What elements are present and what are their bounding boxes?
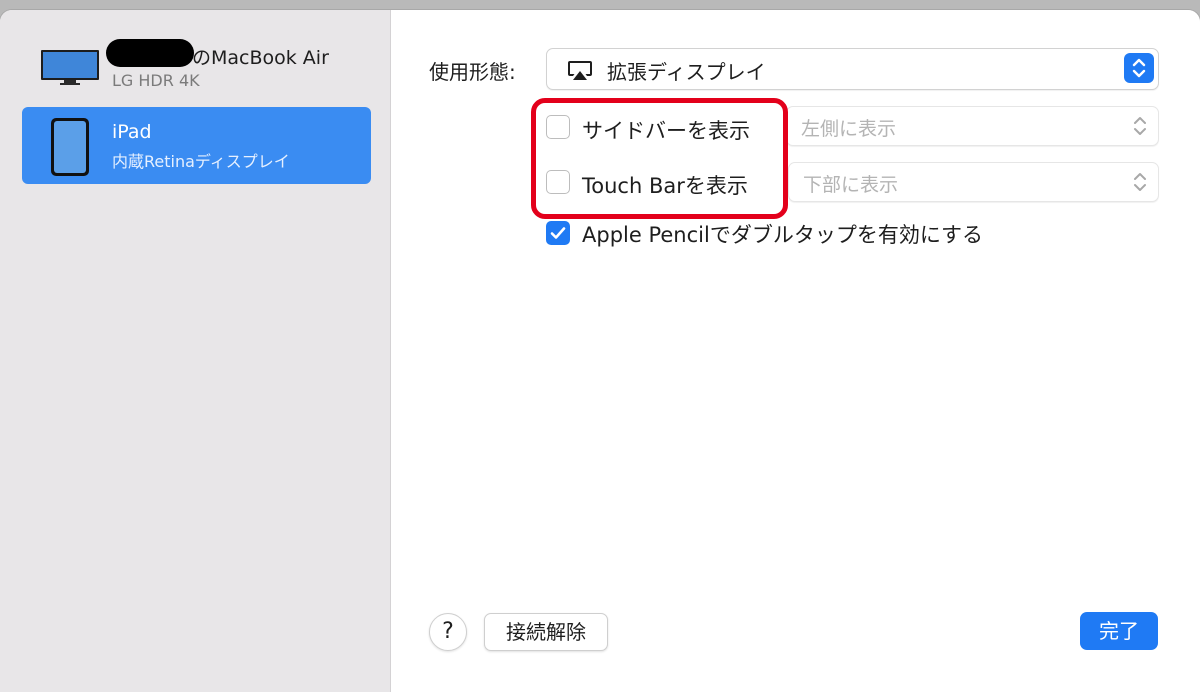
settings-panel: 使用形態: 拡張ディスプレイ サイドバーを表示 左側に表示 Touch Barを… bbox=[391, 10, 1200, 692]
monitor-icon bbox=[41, 50, 99, 85]
disconnect-button[interactable]: 接続解除 bbox=[484, 613, 608, 651]
sidebar-position-select: 左側に表示 bbox=[786, 106, 1159, 146]
pencil-doubletap-label: Apple Pencilでダブルタップを有効にする bbox=[582, 223, 984, 247]
usage-mode-label: 使用形態: bbox=[429, 60, 516, 84]
ipad-icon bbox=[51, 118, 89, 176]
device-item-ipad[interactable]: iPad 内蔵Retinaディスプレイ bbox=[22, 107, 371, 184]
highlight-annotation bbox=[531, 98, 788, 219]
device-subtitle: 内蔵Retinaディスプレイ bbox=[112, 152, 290, 171]
device-item-macbook[interactable]: のMacBook Air LG HDR 4K bbox=[22, 30, 371, 107]
touchbar-position-value: 下部に表示 bbox=[803, 174, 899, 196]
device-name: のMacBook Air bbox=[192, 47, 329, 69]
display-settings-window: のMacBook Air LG HDR 4K iPad 内蔵Retinaディスプ… bbox=[0, 10, 1200, 692]
done-button[interactable]: 完了 bbox=[1080, 612, 1158, 650]
device-subtitle: LG HDR 4K bbox=[112, 71, 200, 90]
device-sidebar: のMacBook Air LG HDR 4K iPad 内蔵Retinaディスプ… bbox=[0, 10, 391, 692]
airplay-icon bbox=[568, 61, 592, 80]
checkmark-icon bbox=[550, 227, 566, 239]
touchbar-position-select: 下部に表示 bbox=[788, 162, 1159, 202]
device-name: iPad bbox=[112, 121, 152, 143]
sidebar-position-value: 左側に表示 bbox=[801, 118, 897, 140]
pencil-doubletap-checkbox[interactable] bbox=[546, 221, 570, 245]
help-button[interactable]: ? bbox=[429, 613, 467, 651]
usage-mode-select[interactable]: 拡張ディスプレイ bbox=[546, 48, 1159, 90]
chevron-updown-icon bbox=[1124, 53, 1154, 83]
chevron-updown-icon bbox=[1134, 173, 1146, 191]
redacted-owner-name bbox=[106, 39, 194, 67]
usage-mode-value: 拡張ディスプレイ bbox=[607, 60, 766, 84]
chevron-updown-icon bbox=[1134, 117, 1146, 135]
